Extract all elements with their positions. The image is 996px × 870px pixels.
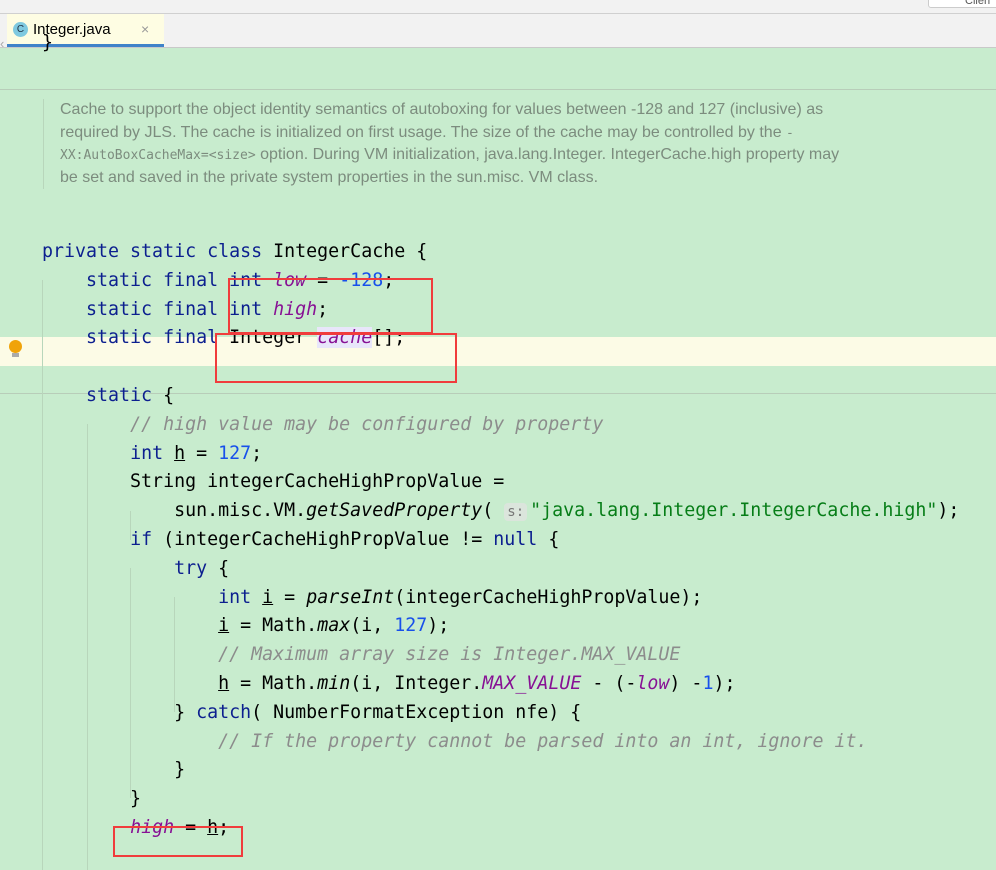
code-token: getSavedProperty <box>306 500 483 522</box>
code-token: int <box>218 586 263 608</box>
code-token: // high value may be configured by prope… <box>130 413 604 435</box>
annotation-box <box>228 278 433 334</box>
code-line: String integerCacheHighPropValue = <box>42 467 504 496</box>
tab-integer-java[interactable]: C Integer.java × <box>7 14 164 47</box>
code-token: } <box>42 759 186 781</box>
code-token: 127 <box>218 442 252 464</box>
doc-text: Cache to support the object identity sem… <box>60 101 824 141</box>
code-token: (integerCacheHighPropValue); <box>394 586 703 608</box>
code-line: int h = 127; <box>42 439 262 468</box>
code-token: - (- <box>581 673 637 694</box>
code-line: } catch( NumberFormatException nfe) { <box>42 698 581 727</box>
code-token: { <box>152 385 175 406</box>
code-token: (integerCacheHighPropValue != <box>152 529 494 550</box>
code-token: try <box>174 557 208 579</box>
code-token: MAX_VALUE <box>482 673 582 694</box>
code-token: } <box>42 788 142 810</box>
code-token: null <box>493 529 538 550</box>
code-line: // high value may be configured by prope… <box>42 410 603 439</box>
code-token: 1 <box>702 673 714 694</box>
code-line: i = Math.max(i, 127); <box>42 611 449 640</box>
code-token: 127 <box>394 615 428 637</box>
code-token: ); <box>713 673 736 694</box>
code-token: String integerCacheHighPropValue = <box>42 471 505 493</box>
code-line: sun.misc.VM.getSavedProperty( s: "java.la… <box>42 496 959 525</box>
parameter-hint: s: <box>504 503 528 522</box>
annotation-box <box>215 333 457 383</box>
code-token: h <box>218 673 230 694</box>
code-token: { <box>537 529 560 550</box>
code-line: static { <box>42 381 174 410</box>
code-token: (i, <box>350 615 395 637</box>
code-line: } <box>42 32 54 53</box>
code-token: int <box>130 442 175 464</box>
tab-scroll-left-icon[interactable]: ‹ <box>0 36 4 51</box>
divider <box>0 89 996 90</box>
editor-tab-bar: ‹ C Integer.java × <box>0 14 996 51</box>
code-token: ; <box>251 442 263 464</box>
code-token: ( NumberFormatException nfe) { <box>251 701 582 723</box>
code-token: static final <box>86 327 230 349</box>
java-class-icon: C <box>13 22 28 37</box>
code-token: "java.lang.Integer.IntegerCache.high" <box>530 500 938 522</box>
code-token: low <box>636 673 670 694</box>
code-token: private static class <box>42 241 274 262</box>
code-line: if (integerCacheHighPropValue != null { <box>42 525 559 554</box>
code-token: catch <box>196 701 252 723</box>
code-token: { <box>207 557 230 579</box>
code-token: = <box>273 586 307 608</box>
run-config-button[interactable]: Clien <box>928 0 996 8</box>
code-line: int i = parseInt(integerCacheHighPropVal… <box>42 583 702 612</box>
code-token: min <box>317 673 351 694</box>
code-token: sun.misc.VM. <box>42 500 307 522</box>
code-token: parseInt <box>306 586 395 608</box>
close-tab-icon[interactable]: × <box>141 21 149 37</box>
code-token: // If the property cannot be parsed into… <box>218 730 868 752</box>
code-token: // Maximum array size is Integer.MAX_VAL… <box>218 644 681 666</box>
code-line: // If the property cannot be parsed into… <box>42 727 867 756</box>
code-line: } <box>42 784 141 813</box>
code-token: static <box>86 385 153 406</box>
code-token: if <box>130 529 153 550</box>
code-token: = Math. <box>229 615 318 637</box>
code-token: i <box>262 586 274 608</box>
code-token: = Math. <box>229 673 318 694</box>
code-token: (i, Integer. <box>350 673 483 694</box>
code-token: = <box>185 442 219 464</box>
code-token: max <box>317 615 351 637</box>
code-line: h = Math.min(i, Integer.MAX_VALUE - (-lo… <box>42 669 735 698</box>
code-token: ) - <box>669 673 703 694</box>
top-toolbar: Clien <box>0 0 996 14</box>
code-token: } <box>42 701 197 723</box>
code-token: h <box>174 442 186 464</box>
code-token: IntegerCache { <box>273 241 428 262</box>
code-token: ); <box>937 500 960 522</box>
annotation-box <box>113 826 243 857</box>
code-token: i <box>218 615 230 637</box>
code-line: // Maximum array size is Integer.MAX_VAL… <box>42 640 680 669</box>
code-line: private static class IntegerCache { <box>42 237 427 266</box>
doc-comment: Cache to support the object identity sem… <box>43 99 850 189</box>
code-token: ( <box>482 500 505 522</box>
code-token: ); <box>427 615 450 637</box>
code-line: try { <box>42 554 229 583</box>
lightbulb-icon[interactable] <box>9 340 22 357</box>
code-line: } <box>42 755 185 784</box>
